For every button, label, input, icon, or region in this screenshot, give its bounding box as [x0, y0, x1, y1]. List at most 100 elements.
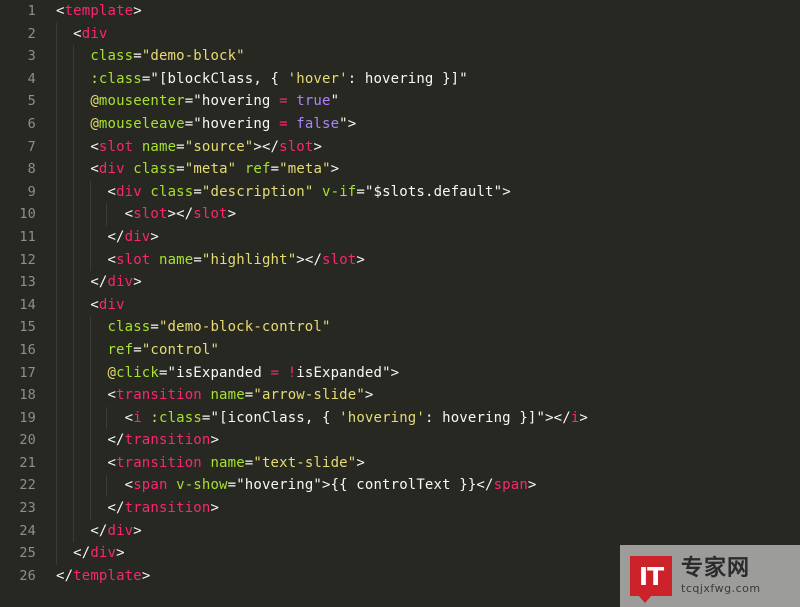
code-token: ="$slots.default"> [356, 183, 511, 200]
code-line[interactable]: ref="control" [46, 339, 800, 362]
watermark-logo-icon: IT [630, 556, 672, 603]
code-token: "control" [141, 341, 220, 358]
code-token: : [150, 409, 159, 426]
code-line[interactable]: :class="[blockClass, { 'hover': hovering… [46, 68, 800, 91]
code-token: div [107, 522, 134, 539]
code-token: 'hovering' [339, 409, 425, 426]
code-line[interactable]: <slot></slot> [46, 203, 800, 226]
code-line[interactable]: </div> [46, 271, 800, 294]
code-line[interactable]: <slot name="source"></slot> [46, 136, 800, 159]
line-number: 24 [19, 522, 36, 539]
code-token: mouseenter [98, 93, 185, 110]
code-token: > [133, 3, 142, 19]
code-token: = [176, 161, 185, 178]
code-area[interactable]: <template> <div class="demo-block" :clas… [46, 0, 800, 607]
code-line[interactable]: <slot name="highlight"></slot> [46, 249, 800, 272]
code-token: ="isExpanded [158, 364, 271, 381]
watermark-text-group: 专家网 tcqjxfwg.com [681, 557, 761, 594]
code-token: class [56, 48, 134, 65]
code-token: mouseleave [98, 115, 185, 132]
code-line[interactable]: class="demo-block" [46, 45, 800, 68]
code-token: class [159, 409, 202, 426]
code-token: isExpanded"> [296, 364, 400, 381]
line-number: 8 [27, 161, 36, 178]
code-token: name [210, 454, 245, 471]
code-line[interactable]: <div [46, 23, 800, 46]
code-line[interactable]: <transition name="text-slide"> [46, 452, 800, 475]
code-token: "demo-block-control" [158, 319, 331, 336]
code-token: v-show [176, 477, 228, 494]
line-number: 10 [19, 206, 36, 223]
code-line[interactable]: @mouseenter="hovering = true" [46, 90, 800, 113]
code-token: "description" [201, 183, 314, 200]
code-token: > [356, 251, 365, 268]
code-token: </ [56, 500, 125, 517]
code-viewer: 1 2 3 4 5 6 7 8 9 10 11 12 13 14 15 16 17 18 19 20 21 22 23 24 2… [0, 0, 800, 607]
line-number: 11 [19, 228, 36, 245]
code-token: > [133, 274, 142, 291]
code-line[interactable]: <i :class="[iconClass, { 'hovering': hov… [46, 407, 800, 430]
code-token: < [56, 296, 99, 313]
code-token: transition [124, 432, 211, 449]
code-token: : hovering }]"></ [424, 409, 571, 426]
line-number: 20 [19, 432, 36, 449]
line-number-gutter: 1 2 3 4 5 6 7 8 9 10 11 12 13 14 15 16 17 18 19 20 21 22 23 24 2… [0, 0, 46, 607]
watermark-site-name: 专家网 [681, 556, 751, 582]
code-token: class [98, 70, 142, 87]
code-line[interactable]: </div> [46, 226, 800, 249]
code-token: div [98, 161, 125, 178]
code-token: class [150, 183, 194, 200]
code-line[interactable]: @mouseleave="hovering = false"> [46, 113, 800, 136]
code-token: < [56, 251, 117, 268]
code-line[interactable]: class="demo-block-control" [46, 316, 800, 339]
code-token: slot [98, 138, 134, 155]
code-token: slot [279, 138, 314, 155]
code-token: div [98, 296, 125, 313]
code-line[interactable]: @click="isExpanded = !isExpanded"> [46, 362, 800, 385]
code-token: > [579, 409, 588, 426]
code-token: </ [56, 545, 91, 562]
code-token: template [73, 567, 142, 584]
line-number: 22 [19, 477, 36, 494]
code-line[interactable]: <div class="meta" ref="meta"> [46, 158, 800, 181]
code-token: div [124, 228, 151, 245]
line-number: 12 [19, 251, 36, 268]
code-token: slot [322, 251, 357, 268]
watermark: IT 专家网 tcqjxfwg.com [620, 545, 800, 607]
line-number: 4 [27, 70, 36, 87]
code-token: template [64, 3, 134, 19]
code-token: ref [244, 161, 271, 178]
code-token: > [313, 138, 323, 155]
code-token: name [210, 387, 245, 404]
code-line[interactable]: <span v-show="hovering">{{ controlText }… [46, 474, 800, 497]
code-token: i [133, 409, 142, 426]
line-number: 26 [19, 567, 36, 584]
code-token: slot [193, 206, 228, 223]
code-token: true [296, 93, 331, 110]
code-token: "highlight" [201, 251, 297, 268]
code-line[interactable]: <template> [46, 0, 800, 23]
code-token: @ [56, 364, 117, 381]
code-line[interactable]: <div [46, 294, 800, 317]
code-line[interactable]: <transition name="arrow-slide"> [46, 384, 800, 407]
code-token: name [141, 138, 177, 155]
code-line[interactable]: </transition> [46, 497, 800, 520]
code-token: div [81, 25, 108, 42]
code-line[interactable]: <div class="description" v-if="$slots.de… [46, 181, 800, 204]
line-number: 7 [27, 138, 36, 155]
code-token: < [56, 409, 134, 426]
code-token: ="[blockClass, { [141, 70, 288, 87]
line-number: 6 [27, 115, 36, 132]
code-line[interactable]: </div> [46, 520, 800, 543]
line-number: 25 [19, 545, 36, 562]
code-line[interactable]: </transition> [46, 429, 800, 452]
code-token: > [141, 567, 151, 584]
code-token: "source" [184, 138, 254, 155]
code-token: > [150, 228, 159, 245]
code-token: ></ [296, 251, 323, 268]
code-token: = [270, 364, 280, 381]
